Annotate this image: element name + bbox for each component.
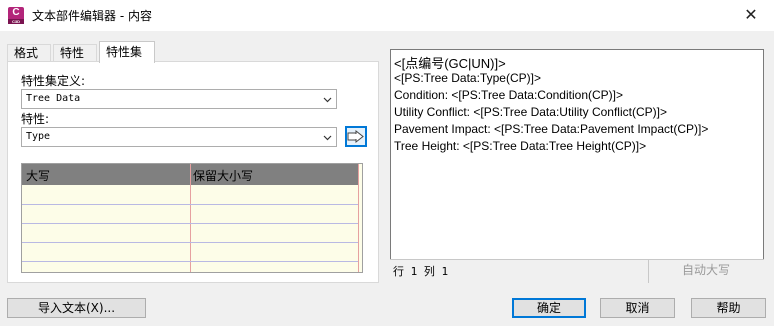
app-icon-sub: C3D <box>8 19 24 24</box>
chevron-down-icon <box>323 97 332 103</box>
auto-caps-button[interactable]: 自动大写 <box>648 260 763 283</box>
table-row <box>22 242 358 243</box>
column-header-preserve-case: 保留大小写 <box>193 169 254 183</box>
property-set-definition-dropdown[interactable]: Tree Data <box>21 89 337 109</box>
cancel-button[interactable]: 取消 <box>600 298 675 318</box>
editor-line-condition: Condition: <[PS:Tree Data:Condition(CP)]… <box>394 88 624 102</box>
ok-button[interactable]: 确定 <box>512 298 586 318</box>
property-value: Type <box>26 131 51 142</box>
app-icon-letter: C <box>12 7 20 18</box>
help-button[interactable]: 帮助 <box>691 298 766 318</box>
property-label: 特性: <box>21 112 50 126</box>
insert-arrow-icon <box>347 129 364 144</box>
title-bar: C C3D 文本部件编辑器 - 内容 ✕ <box>0 0 774 31</box>
editor-line-pavement-impact: Pavement Impact: <[PS:Tree Data:Pavement… <box>394 122 709 136</box>
property-set-definition-label: 特性集定义: <box>21 74 86 88</box>
tab-property-sets[interactable]: 特性集 <box>99 41 155 63</box>
grid-column-divider <box>190 164 191 272</box>
content-editor[interactable]: <[点编号(GC|UN)]> <[PS:Tree Data:Type(CP)]>… <box>390 49 764 282</box>
insert-field-button[interactable] <box>345 126 367 147</box>
editor-line-type: <[PS:Tree Data:Type(CP)]> <box>394 71 541 85</box>
tab-format[interactable]: 格式 <box>7 44 51 62</box>
tab-properties[interactable]: 特性 <box>53 44 97 62</box>
close-icon[interactable]: ✕ <box>728 0 774 31</box>
app-icon: C C3D <box>8 7 24 24</box>
table-row <box>22 223 358 224</box>
editor-line-point-number: <[点编号(GC|UN)]> <box>394 56 506 71</box>
property-set-definition-value: Tree Data <box>26 93 81 104</box>
chevron-down-icon <box>323 135 332 141</box>
import-text-button[interactable]: 导入文本(X)... <box>7 298 146 318</box>
case-format-grid[interactable]: 大写 保留大小写 <box>21 163 363 273</box>
window-title: 文本部件编辑器 - 内容 <box>32 9 152 23</box>
property-dropdown[interactable]: Type <box>21 127 337 147</box>
table-row <box>22 204 358 205</box>
grid-column-divider <box>358 164 359 272</box>
cursor-position: 行 1 列 1 <box>393 265 449 278</box>
editor-line-tree-height: Tree Height: <[PS:Tree Data:Tree Height(… <box>394 139 647 153</box>
column-header-uppercase: 大写 <box>26 169 51 183</box>
table-row <box>22 261 358 262</box>
editor-line-utility-conflict: Utility Conflict: <[PS:Tree Data:Utility… <box>394 105 667 119</box>
editor-status-bar: 行 1 列 1 自动大写 <box>390 259 764 283</box>
